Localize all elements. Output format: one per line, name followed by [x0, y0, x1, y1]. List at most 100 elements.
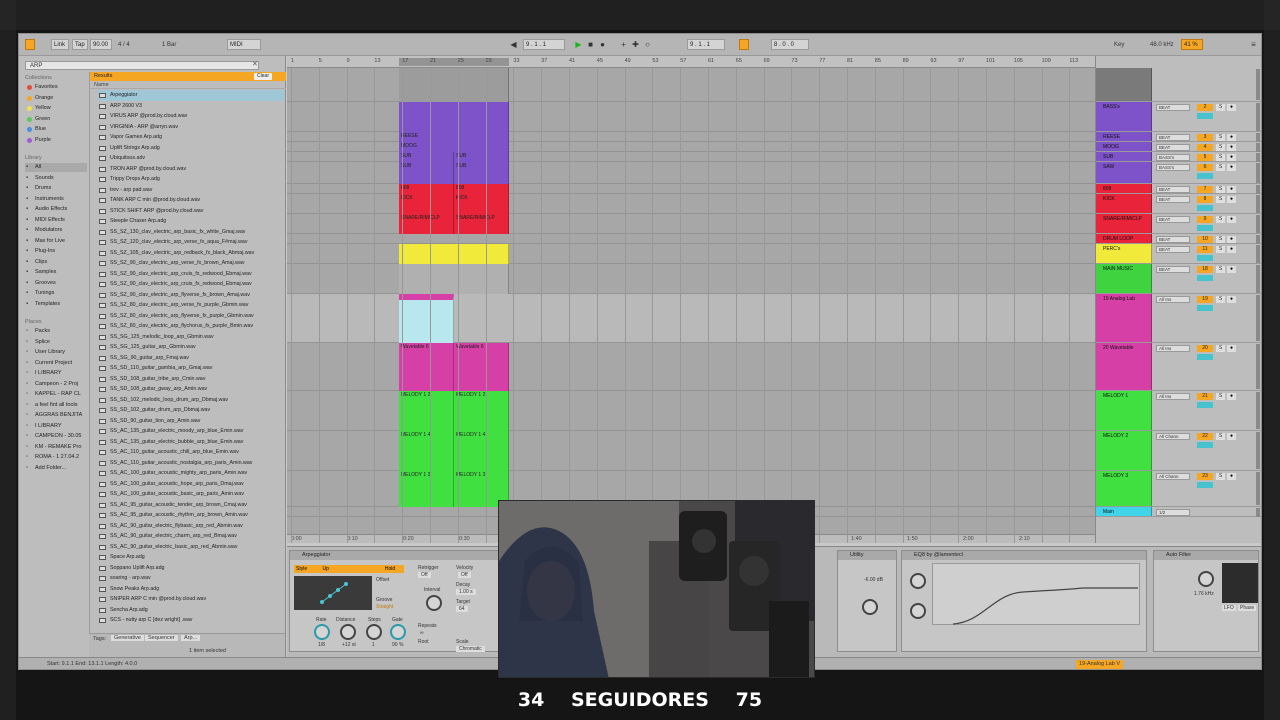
solo-button[interactable]: S	[1216, 164, 1225, 171]
collection-orange[interactable]: Orange	[25, 94, 87, 103]
result-item[interactable]: SS_AC_100_guitar_acoustic_mighty_arp_par…	[98, 468, 284, 479]
tag-generative[interactable]: Generative	[111, 635, 144, 641]
track-header[interactable]: MELODY 1 All Ins 21 S ●	[1096, 391, 1261, 431]
library-item-max-for-live[interactable]: ▪ Max for Live	[25, 237, 87, 246]
play-icon[interactable]: ▶	[574, 40, 583, 49]
arm-button[interactable]: ●	[1227, 154, 1236, 161]
steps-knob[interactable]	[366, 624, 382, 640]
result-item[interactable]: SS_AC_110_guitar_acoustic_nostalgia_arp_…	[98, 458, 284, 469]
gate-knob[interactable]	[390, 624, 406, 640]
track-name[interactable]: KICK	[1096, 194, 1152, 213]
song-position[interactable]: 9 . 1 . 1	[523, 39, 565, 50]
collection-yellow[interactable]: Yellow	[25, 104, 87, 113]
eq-gain-knob[interactable]	[910, 603, 926, 619]
clip[interactable]: SUB	[399, 162, 454, 184]
track-header[interactable]: 808 BEAT 7 S ●	[1096, 184, 1261, 194]
track-input[interactable]: All Ins	[1156, 345, 1190, 352]
result-item[interactable]: SS_AC_90_guitar_electric_basic_arp_red_A…	[98, 542, 284, 553]
track-header[interactable]: SAW BASS's 6 S ●	[1096, 162, 1261, 184]
clip[interactable]: SUB	[454, 162, 509, 184]
result-item[interactable]: Ubiquitous.adv	[98, 153, 284, 164]
track-name[interactable]: 20 Wavetable	[1096, 343, 1152, 390]
arm-button[interactable]: ●	[1227, 144, 1236, 151]
result-item[interactable]: Sencha Arp.adg	[98, 605, 284, 616]
arm-button[interactable]: ●	[1227, 196, 1236, 203]
hold-button[interactable]: Hold	[378, 565, 402, 573]
record-icon[interactable]: ●	[598, 40, 607, 49]
track-name[interactable]: REESE	[1096, 132, 1152, 141]
velocity-value[interactable]: Off	[458, 572, 471, 578]
track-name[interactable]: 808	[1096, 184, 1152, 193]
arm-button[interactable]: ●	[1227, 473, 1236, 480]
decay-value[interactable]: 1.00 s	[456, 589, 476, 595]
track-activator[interactable]: 9	[1197, 216, 1213, 223]
track-name[interactable]: SAW	[1096, 162, 1152, 183]
repeats-value[interactable]: ∞	[420, 630, 424, 636]
result-item[interactable]: SS_AC_95_guitar_acoustic_tender_arp_brow…	[98, 500, 284, 511]
link-button[interactable]: Link	[51, 39, 69, 50]
track-header[interactable]	[1096, 68, 1261, 102]
volume-field[interactable]	[1197, 402, 1213, 408]
track-input[interactable]: BEAT	[1156, 216, 1190, 223]
arm-button[interactable]: ●	[1227, 393, 1236, 400]
track-activator[interactable]: 3	[1197, 134, 1213, 141]
solo-button[interactable]: S	[1216, 104, 1225, 111]
result-item[interactable]: Trippy Drops Arp.adg	[98, 174, 284, 185]
clip[interactable]: SNARE/RIM/CLP	[454, 214, 509, 234]
arm-button[interactable]: ●	[1227, 134, 1236, 141]
track-input[interactable]: All Ins	[1156, 393, 1190, 400]
rate-knob[interactable]	[314, 624, 330, 640]
track-name[interactable]: MELODY 3	[1096, 471, 1152, 506]
places-item[interactable]: ▫ ROMA - 1 27.04.2	[25, 453, 87, 462]
midi-clip[interactable]: 19 Analog Lab	[399, 294, 454, 343]
beat-ruler[interactable]: 1 5 9 13 17 21 25 29 33 37 41 45 49 53 57 61 65 69 73 77 81 8…	[287, 56, 1106, 68]
clip[interactable]: KICK	[454, 194, 509, 214]
track-header[interactable]: DRUM LOOP BEAT 10 S ●	[1096, 234, 1261, 244]
library-item-audio-effects[interactable]: ▪ Audio Effects	[25, 205, 87, 214]
clear-button[interactable]: Clear	[254, 73, 272, 80]
arpeggiator-title[interactable]: Arpeggiator	[290, 551, 498, 560]
track-input[interactable]: BEAT	[1156, 266, 1190, 273]
track-name[interactable]: MELODY 1	[1096, 391, 1152, 430]
loop-toggle[interactable]	[739, 39, 749, 50]
arm-button[interactable]: ●	[1227, 246, 1236, 253]
volume-field[interactable]	[1197, 225, 1213, 231]
places-item[interactable]: ▫ CAMPEON - 30.05	[25, 432, 87, 441]
track-input[interactable]: All Chann	[1156, 433, 1190, 440]
track-activator[interactable]: 11	[1197, 246, 1213, 253]
result-item[interactable]: soaring - arp.wav	[98, 573, 284, 584]
result-item[interactable]: SS_AC_135_guitar_electric_bubble_arp_blu…	[98, 437, 284, 448]
clip[interactable]: SNARE/RIM/CLP	[399, 214, 454, 234]
library-item-all[interactable]: ▪ All	[25, 163, 87, 172]
clip[interactable]: REESE	[399, 132, 509, 142]
result-item[interactable]: Snow Peaks Arp.adg	[98, 584, 284, 595]
result-item[interactable]: SS_SZ_90_clav_electric_arp_flyverse_fx_b…	[98, 290, 284, 301]
volume-field[interactable]	[1197, 442, 1213, 448]
track-activator[interactable]: 2	[1197, 104, 1213, 111]
track-input[interactable]: BEAT	[1156, 186, 1190, 193]
volume-field[interactable]	[1197, 354, 1213, 360]
solo-button[interactable]: S	[1216, 393, 1225, 400]
result-item[interactable]: STICK SHIFT ARP @prod.by.cloud.wav	[98, 206, 284, 217]
track-input[interactable]: BASS's	[1156, 164, 1190, 171]
places-item[interactable]: ▫ KAPPEL - RAP CL	[25, 390, 87, 399]
distance-knob[interactable]	[340, 624, 356, 640]
arm-button[interactable]: ●	[1227, 266, 1236, 273]
result-item[interactable]: TANK ARP C min @prod.by.cloud.wav	[98, 195, 284, 206]
track-activator[interactable]: 5	[1197, 154, 1213, 161]
tap-button[interactable]: Tap	[72, 39, 88, 50]
close-search-icon[interactable]: ✕	[252, 61, 260, 69]
result-item[interactable]: SS_AC_90_guitar_electric_flybasic_arp_re…	[98, 521, 284, 532]
browser-search-input[interactable]: ARP	[25, 61, 259, 70]
track-header[interactable]: MELODY 2 All Chann 22 S ●	[1096, 431, 1261, 471]
result-item[interactable]: TRON ARP @prod.by.cloud.wav	[98, 164, 284, 175]
result-item[interactable]: SNIPER ARP C min @prod.by.cloud.wav	[98, 594, 284, 605]
tag-more[interactable]: Arp...	[181, 635, 201, 641]
solo-button[interactable]: S	[1216, 216, 1225, 223]
result-item[interactable]: VIRUS ARP @prod.by.cloud.wav	[98, 111, 284, 122]
solo-button[interactable]: S	[1216, 154, 1225, 161]
places-item[interactable]: ▫ a feel fint all tools	[25, 401, 87, 410]
result-item[interactable]: SS_SD_110_guitar_gambia_arp_Gmaj.wav	[98, 363, 284, 374]
result-item[interactable]: Steeple Chaser Arp.adg	[98, 216, 284, 227]
result-item[interactable]: SS_SD_102_melodic_loop_drum_arp_Dbmaj.wa…	[98, 395, 284, 406]
